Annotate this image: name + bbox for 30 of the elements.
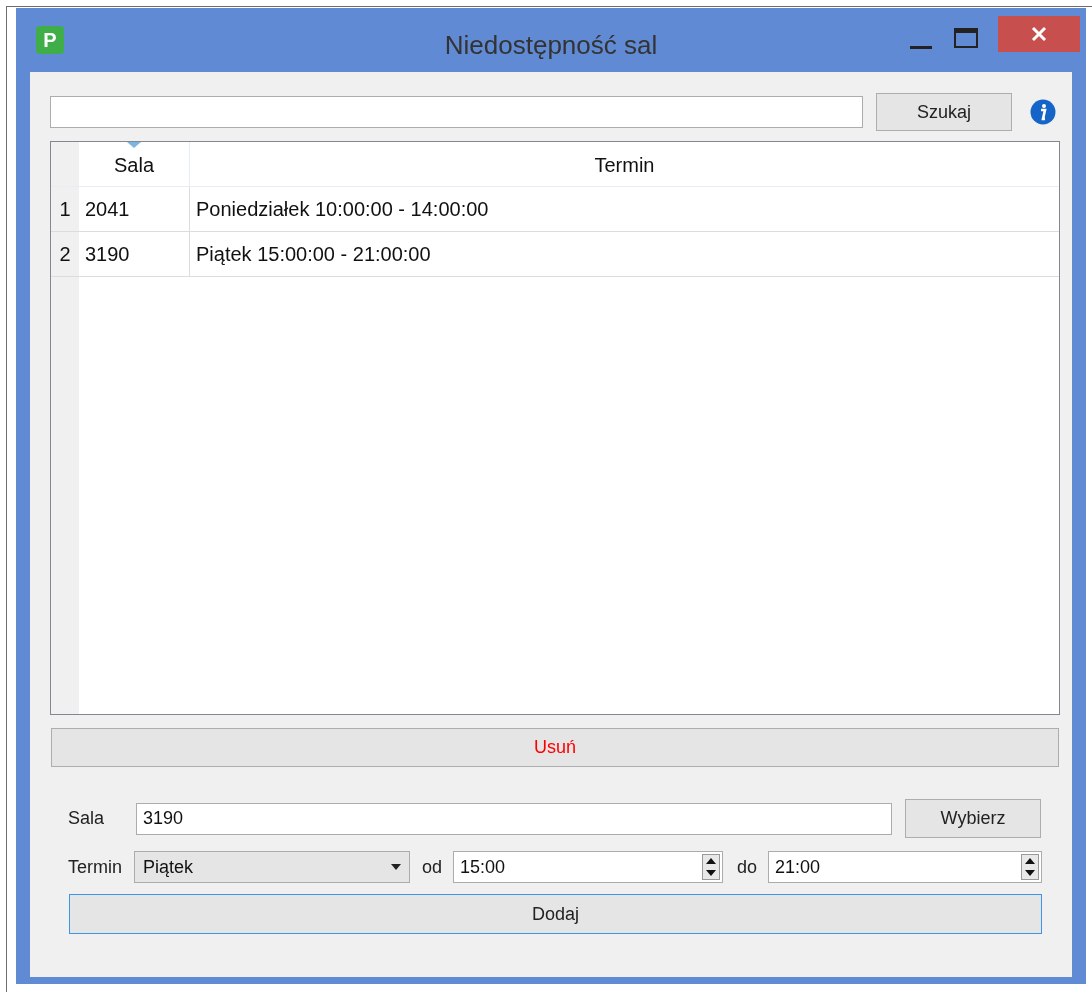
close-button[interactable]	[998, 16, 1080, 52]
row-number: 1	[59, 197, 71, 222]
row-number: 2	[59, 242, 71, 267]
table-cell-text: 3190	[85, 242, 130, 267]
app-logo-icon: P	[36, 26, 64, 54]
column-header[interactable]: Sala	[110, 142, 158, 186]
to-label: do	[737, 855, 759, 879]
search-field[interactable]	[50, 96, 863, 128]
to-time-field[interactable]: 21:00	[768, 851, 1042, 883]
column-header[interactable]: Termin	[590, 142, 659, 186]
maximize-button[interactable]	[954, 28, 978, 48]
sala-label: Sala	[68, 807, 106, 830]
caret-icon	[391, 864, 401, 870]
table-cell-text: 2041	[85, 197, 130, 222]
add-button[interactable]: Dodaj	[69, 894, 1042, 934]
day-dropdown[interactable]: Piątek	[134, 851, 410, 883]
choose-button[interactable]: Wybierz	[905, 799, 1041, 838]
sala-field[interactable]: 3190	[136, 802, 892, 835]
search-button[interactable]: Szukaj	[876, 93, 1012, 131]
sort-indicator-icon	[127, 142, 141, 148]
termin-label: Termin	[68, 855, 123, 879]
close-icon	[1031, 26, 1047, 42]
window-title: Niedostępność sal	[444, 29, 658, 62]
info-icon[interactable]	[1030, 99, 1056, 125]
spin-arrows-icon[interactable]	[702, 854, 720, 880]
table-cell-text: Piątek 15:00:00 - 21:00:00	[196, 242, 431, 267]
table-cell-text: Poniedziałek 10:00:00 - 14:00:00	[196, 197, 489, 222]
spin-arrows-icon[interactable]	[1021, 854, 1039, 880]
from-label: od	[422, 855, 444, 879]
from-time-field[interactable]: 15:00	[453, 851, 723, 883]
